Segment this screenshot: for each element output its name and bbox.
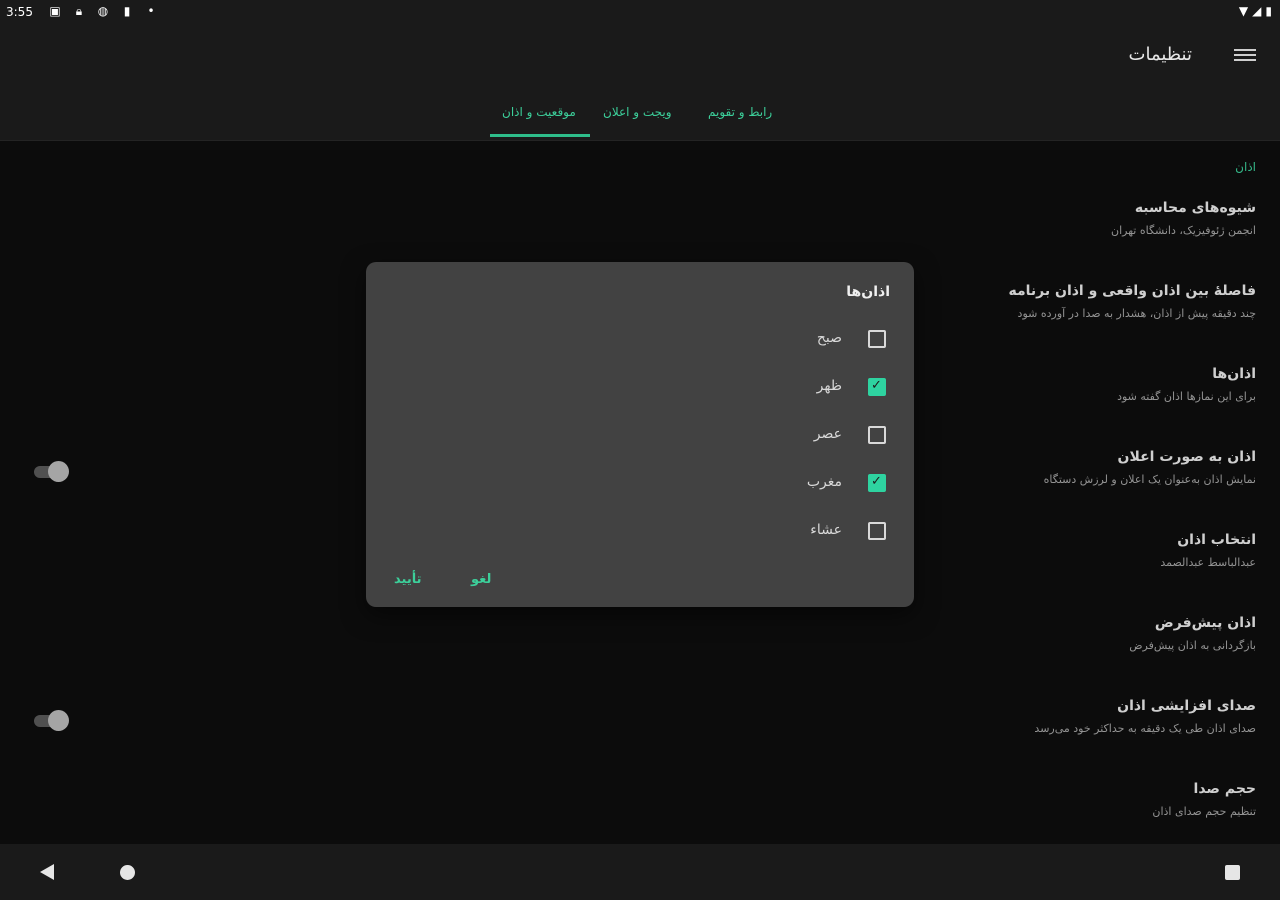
status-bar: 3:55 ▣ 🔒︎ ◍ ▮ • ▼ ◢ ▮ bbox=[0, 0, 1280, 26]
dot-icon: • bbox=[147, 4, 155, 18]
cancel-button[interactable]: لغو bbox=[471, 572, 491, 587]
checkbox-checked-icon[interactable]: ✓ bbox=[868, 474, 886, 492]
navigation-bar bbox=[0, 844, 1280, 900]
lock-icon: 🔒︎ bbox=[75, 3, 83, 18]
option-fajr[interactable]: صبح bbox=[770, 324, 890, 354]
status-icons: ▣ 🔒︎ ◍ ▮ • bbox=[48, 3, 158, 19]
home-icon[interactable] bbox=[120, 865, 135, 880]
app-title: تنظیمات bbox=[1128, 44, 1192, 65]
option-dhuhr[interactable]: ✓ ظهر bbox=[770, 372, 890, 402]
wifi-icon: ▼ bbox=[1238, 4, 1249, 18]
signal-icon: ◢ bbox=[1252, 4, 1262, 18]
checkbox-unchecked-icon[interactable] bbox=[868, 522, 886, 540]
tab-indicator bbox=[490, 134, 590, 137]
tab-widget-notification[interactable]: ویجت و اعلان bbox=[603, 105, 672, 119]
app-bar: تنظیمات bbox=[0, 26, 1280, 88]
battery-icon: ▮ bbox=[1265, 4, 1272, 18]
recents-icon[interactable] bbox=[1225, 865, 1240, 880]
sd-card-icon: ▮ bbox=[123, 4, 131, 18]
option-isha[interactable]: عشاء bbox=[770, 516, 890, 546]
option-maghrib[interactable]: ✓ مغرب bbox=[770, 468, 890, 498]
notification-icon: ▣ bbox=[49, 4, 61, 18]
option-label: صبح bbox=[816, 330, 842, 346]
athans-dialog: اذان‌ها صبح ✓ ظهر عصر ✓ مغرب عشاء لغو تأ… bbox=[366, 262, 914, 607]
option-label: عشاء bbox=[810, 522, 842, 538]
back-icon[interactable] bbox=[40, 864, 54, 880]
status-time: 3:55 bbox=[6, 5, 33, 19]
tab-ui-calendar[interactable]: رابط و تقویم bbox=[708, 105, 772, 119]
checkbox-unchecked-icon[interactable] bbox=[868, 330, 886, 348]
option-label: مغرب bbox=[806, 474, 842, 490]
option-label: ظهر bbox=[816, 378, 842, 394]
checkbox-unchecked-icon[interactable] bbox=[868, 426, 886, 444]
tab-bar: رابط و تقویم ویجت و اعلان موقعیت و اذان bbox=[0, 88, 1280, 141]
dialog-title: اذان‌ها bbox=[846, 284, 890, 300]
sync-icon: ◍ bbox=[97, 4, 109, 18]
checkbox-checked-icon[interactable]: ✓ bbox=[868, 378, 886, 396]
confirm-button[interactable]: تأیید bbox=[394, 572, 421, 587]
tab-location-athan[interactable]: موقعیت و اذان bbox=[502, 105, 576, 119]
option-label: عصر bbox=[813, 426, 842, 442]
menu-icon[interactable] bbox=[1234, 46, 1256, 66]
option-asr[interactable]: عصر bbox=[770, 420, 890, 450]
status-right-icons: ▼ ◢ ▮ bbox=[1239, 4, 1272, 18]
